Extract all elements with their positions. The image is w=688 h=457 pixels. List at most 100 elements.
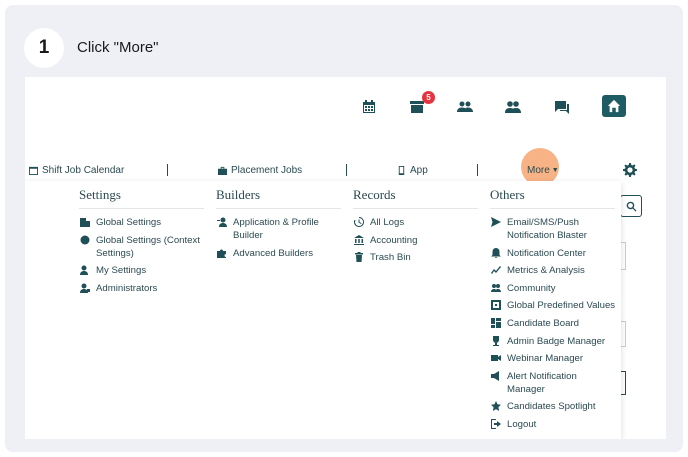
nav-shift-job-calendar-label: Shift Job Calendar bbox=[42, 165, 125, 176]
menu-item-label: Administrators bbox=[96, 282, 158, 294]
menu-item-label: Logout bbox=[507, 418, 537, 430]
bank-icon bbox=[353, 234, 365, 245]
step-number: 1 bbox=[24, 28, 64, 68]
briefcase-icon bbox=[218, 166, 227, 175]
menu-item-label: Alert Notification Manager bbox=[507, 370, 577, 395]
gear-icon[interactable] bbox=[623, 163, 637, 177]
menu-item-label: Metrics & Analysis bbox=[507, 265, 585, 277]
search-icon bbox=[626, 201, 637, 212]
menu-item-label: Notification Center bbox=[507, 247, 586, 259]
menu-item-candidate-board[interactable]: Candidate Board bbox=[490, 317, 615, 330]
menu-item-label: Trash Bin bbox=[370, 252, 411, 264]
menu-item-advanced-builders[interactable]: Advanced Builders bbox=[216, 247, 341, 260]
mobile-icon bbox=[398, 166, 405, 175]
send-icon bbox=[490, 216, 502, 227]
menu-item-logout[interactable]: Logout bbox=[490, 418, 615, 431]
notification-badge: 5 bbox=[422, 91, 435, 104]
menu-item-candidates-spotlight[interactable]: Candidates Spotlight bbox=[490, 400, 615, 413]
user-gear-icon bbox=[79, 264, 91, 276]
history-icon bbox=[353, 216, 365, 227]
nav-more[interactable]: More ▼ bbox=[521, 148, 559, 186]
menu-column-settings: Settings Global Settings Global Settings… bbox=[79, 181, 206, 299]
menu-item-global-settings-context[interactable]: Global Settings (Context Settings) bbox=[79, 234, 206, 260]
menu-item-accounting[interactable]: Accounting bbox=[353, 234, 478, 247]
group-icon[interactable] bbox=[501, 95, 525, 119]
menu-item-label: Community bbox=[507, 282, 556, 294]
chart-line-icon bbox=[490, 264, 502, 275]
menu-item-label: Global Predefined Values bbox=[507, 300, 616, 312]
menu-heading-settings: Settings bbox=[79, 181, 204, 209]
menu-item-global-predefined-values[interactable]: Global Predefined Values bbox=[490, 299, 615, 312]
globe-gear-icon bbox=[79, 234, 91, 245]
more-dropdown-menu: Settings Global Settings Global Settings… bbox=[25, 181, 621, 439]
menu-item-administrators[interactable]: Administrators bbox=[79, 282, 206, 295]
admin-icon bbox=[79, 282, 91, 293]
step-instruction: Click "More" bbox=[77, 39, 159, 56]
video-icon bbox=[490, 352, 502, 363]
store-icon[interactable]: 5 bbox=[405, 91, 435, 119]
board-icon bbox=[490, 317, 502, 328]
nav-app-label: App bbox=[410, 165, 428, 176]
nav-placement-jobs[interactable]: Placement Jobs bbox=[218, 165, 302, 176]
user-plus-icon bbox=[216, 216, 228, 227]
chat-icon[interactable] bbox=[550, 95, 574, 119]
menu-item-label: Admin Badge Manager bbox=[507, 335, 606, 347]
bell-icon bbox=[490, 247, 502, 258]
app-screenshot: 5 Shift Job Calendar Placement Jobs App … bbox=[25, 77, 666, 439]
header-toolbar: 5 bbox=[25, 91, 666, 125]
nav-divider bbox=[477, 164, 478, 176]
menu-item-all-logs[interactable]: All Logs bbox=[353, 216, 478, 229]
main-navbar: Shift Job Calendar Placement Jobs App Mo… bbox=[25, 148, 666, 186]
menu-item-admin-badge-manager[interactable]: Admin Badge Manager bbox=[490, 335, 615, 348]
calendar-icon bbox=[29, 166, 38, 175]
community-icon bbox=[490, 282, 502, 293]
menu-item-global-settings[interactable]: Global Settings bbox=[79, 216, 206, 229]
trash-icon bbox=[353, 251, 365, 263]
menu-item-label: Global Settings bbox=[96, 217, 162, 228]
menu-item-label: My Settings bbox=[96, 265, 147, 277]
nav-more-label: More bbox=[527, 165, 550, 176]
nav-shift-job-calendar[interactable]: Shift Job Calendar bbox=[29, 165, 124, 176]
nav-divider bbox=[346, 164, 347, 176]
menu-heading-builders: Builders bbox=[216, 181, 341, 209]
calendar-icon[interactable] bbox=[357, 95, 381, 119]
nav-divider bbox=[167, 164, 168, 176]
menu-column-records: Records All Logs Accounting Trash Bin bbox=[353, 181, 478, 269]
menu-item-label: Accounting bbox=[370, 234, 418, 246]
building-icon bbox=[79, 216, 91, 227]
menu-item-application-profile-builder[interactable]: Application & Profile Builder bbox=[216, 216, 341, 242]
menu-item-label: Candidate Board bbox=[507, 317, 580, 329]
menu-item-alert-notification-manager[interactable]: Alert Notification Manager bbox=[490, 370, 615, 396]
menu-heading-records: Records bbox=[353, 181, 478, 209]
tutorial-frame: 1 Click "More" 5 Shift Job Calendar Plac… bbox=[5, 5, 683, 452]
caret-down-icon: ▼ bbox=[551, 167, 559, 174]
menu-item-notification-center[interactable]: Notification Center bbox=[490, 247, 615, 260]
puzzle-icon bbox=[216, 247, 228, 258]
menu-item-label: Email/SMS/Push Notification Blaster bbox=[507, 217, 587, 241]
menu-item-metrics-analysis[interactable]: Metrics & Analysis bbox=[490, 264, 615, 277]
box-icon bbox=[490, 299, 502, 311]
menu-item-label: Candidates Spotlight bbox=[507, 401, 596, 413]
users-icon[interactable] bbox=[453, 95, 477, 119]
trophy-icon bbox=[490, 335, 502, 346]
home-icon[interactable] bbox=[602, 95, 626, 117]
menu-item-community[interactable]: Community bbox=[490, 282, 615, 295]
logout-icon bbox=[490, 418, 502, 429]
megaphone-icon bbox=[490, 370, 502, 381]
menu-item-label: Application & Profile Builder bbox=[233, 217, 319, 241]
menu-item-trash-bin[interactable]: Trash Bin bbox=[353, 251, 478, 264]
menu-item-webinar-manager[interactable]: Webinar Manager bbox=[490, 352, 615, 365]
menu-item-label: Global Settings (Context Settings) bbox=[96, 234, 200, 259]
menu-heading-others: Others bbox=[490, 181, 615, 209]
menu-item-my-settings[interactable]: My Settings bbox=[79, 264, 206, 277]
menu-item-label: Advanced Builders bbox=[233, 247, 313, 259]
menu-item-notification-blaster[interactable]: Email/SMS/Push Notification Blaster bbox=[490, 216, 615, 242]
nav-app[interactable]: App bbox=[397, 165, 428, 176]
menu-item-label: All Logs bbox=[370, 217, 405, 228]
star-icon bbox=[490, 400, 502, 412]
search-button[interactable] bbox=[620, 195, 642, 217]
menu-column-builders: Builders Application & Profile Builder A… bbox=[216, 181, 341, 264]
nav-placement-jobs-label: Placement Jobs bbox=[231, 165, 303, 176]
menu-item-label: Webinar Manager bbox=[507, 353, 584, 365]
menu-column-others: Others Email/SMS/Push Notification Blast… bbox=[490, 181, 615, 436]
